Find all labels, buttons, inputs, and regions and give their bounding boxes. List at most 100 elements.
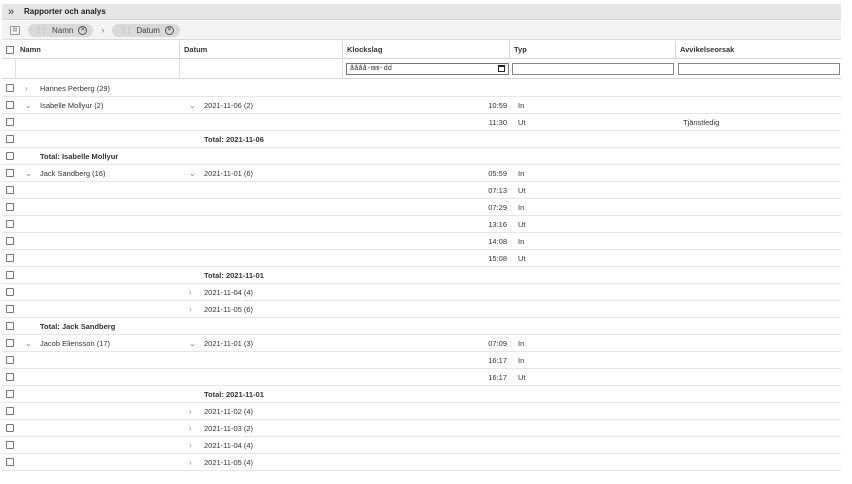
expand-chevron-icon[interactable]: › [189,454,192,471]
row-checkbox[interactable] [6,220,14,228]
expand-chevron-icon[interactable]: › [189,284,192,301]
cell-time [472,267,507,284]
column-header-typ[interactable]: Typ [510,41,676,59]
expand-chevron-icon[interactable]: › [25,80,28,97]
drag-handle-icon[interactable]: ⋮⋮ [120,27,131,34]
remove-group-icon[interactable]: ✕ [164,25,174,35]
filter-cell [2,59,16,79]
cell-time: 11:30 [488,118,507,127]
select-all-checkbox[interactable] [6,46,14,54]
cell-time [472,403,507,420]
table-row[interactable]: › 2021-11-04 (4) [2,437,841,454]
chevron-right-icon: › [101,25,105,35]
cell-time: 14:08 [488,237,507,246]
table-row[interactable]: 13:16 Ut [2,216,841,233]
expand-chevron-icon[interactable]: › [189,437,192,454]
row-checkbox[interactable] [6,203,14,211]
row-checkbox[interactable] [6,305,14,313]
cell-time [472,148,507,165]
row-checkbox[interactable] [6,356,14,364]
column-header-avvikelseorsak[interactable]: Avvikelseorsak [676,41,841,59]
row-checkbox[interactable] [6,271,14,279]
table-row[interactable]: 07:29 In [2,199,841,216]
group-chip-datum[interactable]: ⋮⋮ Datum ✕ [112,23,180,37]
cell-time [472,284,507,301]
table-row[interactable]: 11:30 Ut Tjänstledig [2,114,841,131]
row-checkbox[interactable] [6,441,14,449]
table-row[interactable]: › 2021-11-04 (4) [2,284,841,301]
table-row[interactable]: 16:17 In [2,352,841,369]
row-checkbox[interactable] [6,169,14,177]
calendar-icon[interactable] [498,65,505,72]
table-row[interactable]: ⌄ Jack Sandberg (16) ⌄ 2021-11-01 (6) 05:59 I… [2,165,841,182]
cell-type: Ut [518,254,526,263]
table-row[interactable]: 07:13 Ut [2,182,841,199]
row-checkbox[interactable] [6,339,14,347]
table-row[interactable]: › Hannes Perberg (29) [2,80,841,97]
cell-date: 2021-11-01 (3) [204,339,254,348]
table-row[interactable]: 15:08 Ut [2,250,841,267]
row-checkbox[interactable] [6,254,14,262]
row-checkbox[interactable] [6,390,14,398]
row-checkbox[interactable] [6,424,14,432]
row-checkbox[interactable] [6,373,14,381]
row-checkbox[interactable] [6,322,14,330]
row-checkbox[interactable] [6,152,14,160]
cell-date: 2021-11-04 (4) [204,441,254,450]
group-chip-namn[interactable]: ⋮⋮ Namn ✕ [28,23,94,37]
column-header-namn[interactable]: Namn [16,41,180,59]
cell-type: Ut [518,220,526,229]
table-row[interactable]: 16:17 Ut [2,369,841,386]
cell-time [472,454,507,471]
cell-time [472,301,507,318]
expand-chevron-icon[interactable]: › [189,403,192,420]
row-checkbox[interactable] [6,407,14,415]
drag-handle-icon[interactable]: ⋮⋮ [36,27,47,34]
table-row[interactable]: 14:08 In [2,233,841,250]
table-row[interactable]: Total: 2021-11-01 [2,386,841,403]
cell-type: Ut [518,118,526,127]
expand-chevron-icon[interactable]: ⌄ [189,165,196,182]
row-checkbox[interactable] [6,237,14,245]
table-row[interactable]: › 2021-11-05 (6) [2,301,841,318]
row-checkbox[interactable] [6,84,14,92]
cell-time: 16:17 [488,373,507,382]
cell-time [472,131,507,148]
column-header-klockslag[interactable]: Klockslag [343,41,510,59]
expand-sidebar-icon[interactable]: » [2,4,20,20]
cell-date: 2021-11-03 (2) [204,424,254,433]
expand-chevron-icon[interactable]: ⌄ [189,335,196,352]
expand-chevron-icon[interactable]: ⌄ [25,165,32,182]
row-checkbox[interactable] [6,288,14,296]
row-checkbox[interactable] [6,458,14,466]
cell-name: Total: Isabelle Mollyur [40,152,119,161]
table-row[interactable]: Total: Jack Sandberg [2,318,841,335]
table-row[interactable]: Total: 2021-11-06 [2,131,841,148]
row-checkbox[interactable] [6,101,14,109]
expand-chevron-icon[interactable]: › [189,420,192,437]
table-row[interactable]: ⌄ Isabelle Mollyur (2) ⌄ 2021-11-06 (2) 10:5… [2,97,841,114]
cell-time: 07:13 [488,186,507,195]
table-row[interactable]: Total: 2021-11-01 [2,267,841,284]
remove-group-icon[interactable]: ✕ [78,25,88,35]
table-row[interactable]: Total: Isabelle Mollyur [2,148,841,165]
table-row[interactable]: › 2021-11-03 (2) [2,420,841,437]
expand-chevron-icon[interactable]: ⌄ [189,97,196,114]
filter-cell [180,59,343,79]
cell-name: Jacob Eliensson (17) [40,339,111,348]
cell-date: 2021-11-04 (4) [204,288,254,297]
row-checkbox[interactable] [6,118,14,126]
cell-type: In [518,101,525,110]
date-filter-input[interactable]: åååå-mm-dd [346,63,509,75]
column-header-datum[interactable]: Datum [180,41,343,59]
table-row[interactable]: ⌄ Jacob Eliensson (17) ⌄ 2021-11-01 (3) 07:0… [2,335,841,352]
row-checkbox[interactable] [6,186,14,194]
expand-chevron-icon[interactable]: ⌄ [25,335,32,352]
expand-chevron-icon[interactable]: › [189,301,192,318]
row-checkbox[interactable] [6,135,14,143]
reason-filter-input[interactable] [678,63,840,75]
type-filter-input[interactable] [512,63,674,75]
table-row[interactable]: › 2021-11-05 (4) [2,454,841,471]
expand-chevron-icon[interactable]: ⌄ [25,97,32,114]
table-row[interactable]: › 2021-11-02 (4) [2,403,841,420]
